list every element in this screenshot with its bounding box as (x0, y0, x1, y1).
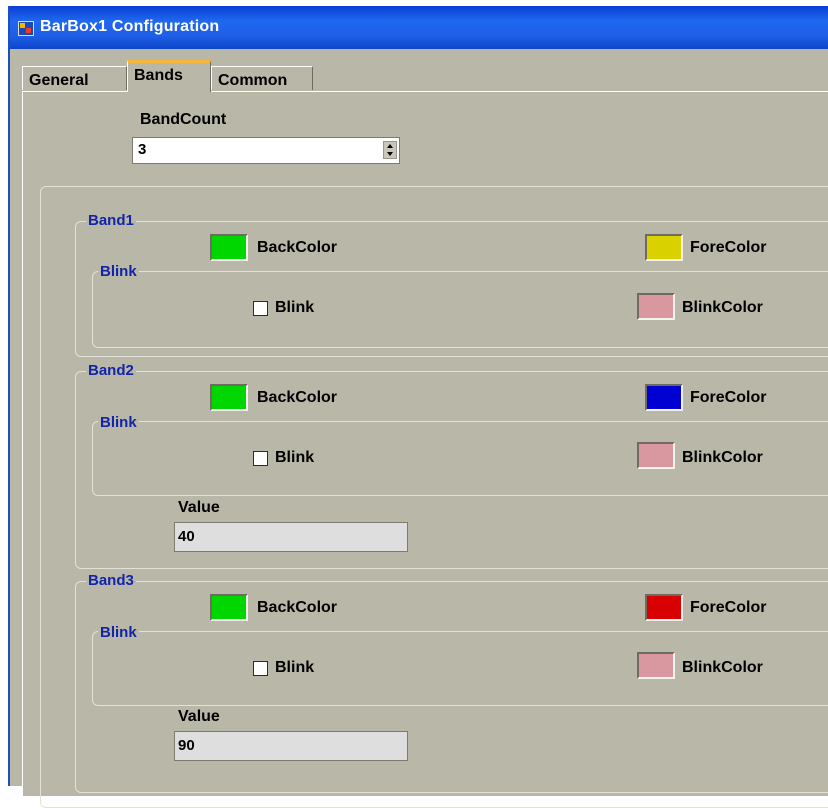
band3-forecolor-label: ForeColor (690, 599, 767, 616)
band3-legend: Band3 (86, 572, 136, 589)
band1-blink-checkbox[interactable] (253, 301, 268, 316)
band3-value-label: Value (178, 708, 220, 725)
band2-blink-checkbox[interactable] (253, 451, 268, 466)
band2-backcolor-swatch[interactable] (210, 384, 248, 411)
band3-blink-checkbox[interactable] (253, 661, 268, 676)
band3-blink-legend: Blink (98, 624, 139, 641)
bandcount-value: 3 (138, 141, 147, 158)
band2-value-input[interactable]: 40 (174, 522, 408, 552)
band3-forecolor-swatch[interactable] (645, 594, 683, 621)
band2-value-label: Value (178, 499, 220, 516)
band2-blink-legend: Blink (98, 414, 139, 431)
band2-backcolor-label: BackColor (257, 389, 338, 406)
band2-blinkcolor-swatch[interactable] (637, 442, 675, 469)
band2-value-text: 40 (178, 528, 195, 545)
band2-legend: Band2 (86, 362, 136, 379)
band1-forecolor-label: ForeColor (690, 239, 767, 256)
band2-forecolor-swatch[interactable] (645, 384, 683, 411)
spin-up-down-icon[interactable] (383, 141, 397, 159)
window-title: BarBox1 Configuration (40, 18, 220, 35)
band1-blinkcolor-swatch[interactable] (637, 293, 675, 320)
bandcount-label: BandCount (140, 111, 227, 128)
band1-blink-label: Blink (275, 299, 315, 316)
tab-general[interactable]: General (22, 66, 127, 90)
band2-forecolor-label: ForeColor (690, 389, 767, 406)
tab-common[interactable]: Common (211, 66, 313, 90)
tab-bands[interactable]: Bands (127, 60, 211, 92)
band3-value-text: 90 (178, 737, 195, 754)
band1-backcolor-label: BackColor (257, 239, 338, 256)
band3-blink-label: Blink (275, 659, 315, 676)
band1-forecolor-swatch[interactable] (645, 234, 683, 261)
app-icon (18, 21, 34, 36)
band1-backcolor-swatch[interactable] (210, 234, 248, 261)
band2-blink-label: Blink (275, 449, 315, 466)
configuration-window: BarBox1 Configuration General Bands Comm… (8, 6, 828, 808)
band2-blinkcolor-label: BlinkColor (682, 449, 763, 466)
band3-blinkcolor-swatch[interactable] (637, 652, 675, 679)
band3-backcolor-label: BackColor (257, 599, 338, 616)
band1-legend: Band1 (86, 212, 136, 229)
bandcount-spinbox[interactable]: 3 (132, 137, 400, 164)
band3-blinkcolor-label: BlinkColor (682, 659, 763, 676)
band1-blink-legend: Blink (98, 263, 139, 280)
band3-backcolor-swatch[interactable] (210, 594, 248, 621)
title-bar[interactable]: BarBox1 Configuration (10, 6, 828, 49)
band3-value-input[interactable]: 90 (174, 731, 408, 761)
band1-blinkcolor-label: BlinkColor (682, 299, 763, 316)
